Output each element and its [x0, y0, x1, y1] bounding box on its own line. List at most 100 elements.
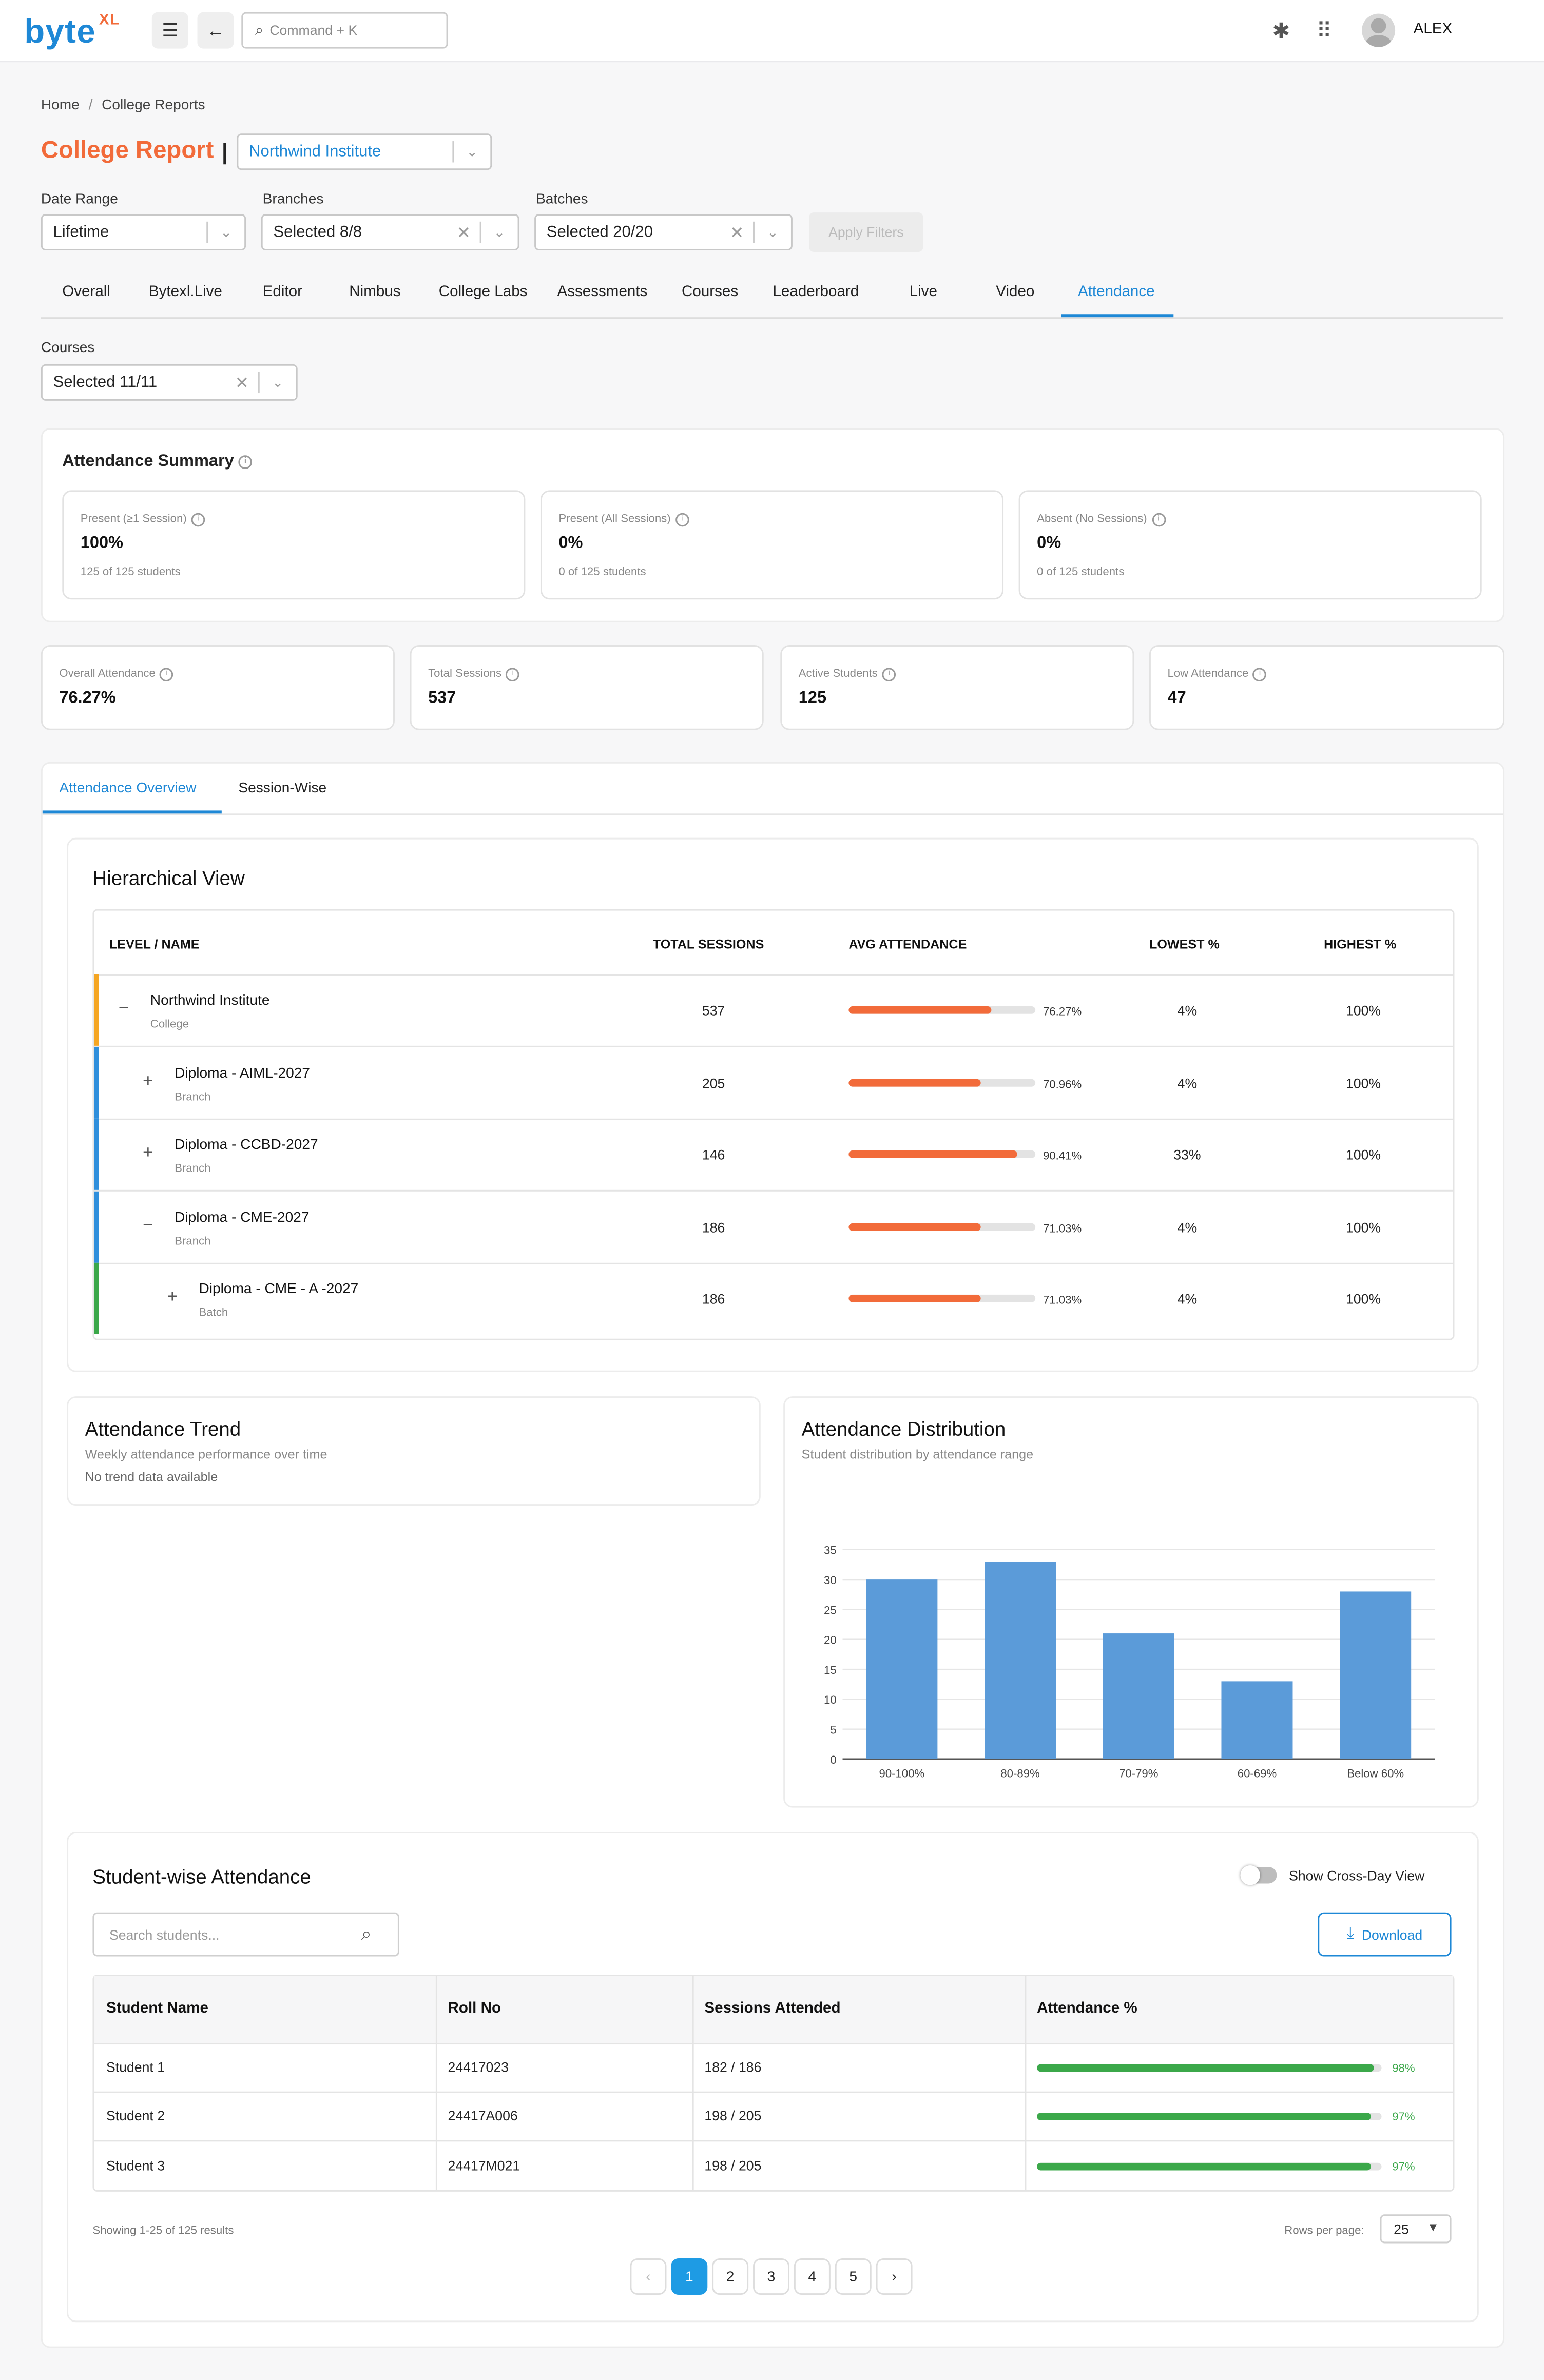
student-name: Student 1: [106, 2059, 165, 2075]
chevron-down-icon: ⌄: [206, 221, 244, 243]
collapse-icon[interactable]: −: [143, 1214, 153, 1235]
tab-leaderboard[interactable]: Leaderboard: [773, 284, 859, 301]
avg-attendance-bar: [848, 1006, 1036, 1014]
tab-college-labs[interactable]: College Labs: [439, 284, 528, 301]
tab-video[interactable]: Video: [996, 284, 1034, 301]
tab-session-wise[interactable]: Session-Wise: [238, 780, 326, 797]
summary-stat-present-all: Present (All Sessions) i 0% 0 of 125 stud…: [540, 490, 1004, 600]
search-icon[interactable]: ⌕: [361, 1923, 372, 1945]
tab-nimbus[interactable]: Nimbus: [349, 284, 400, 301]
bar-below-60-[interactable]: [1340, 1591, 1412, 1759]
expand-icon[interactable]: +: [143, 1069, 153, 1090]
hierarchical-view-title: Hierarchical View: [92, 866, 245, 890]
batches-select[interactable]: Selected 20/20 ✕ ⌄: [534, 214, 793, 251]
total-sessions-value: 146: [702, 1147, 725, 1163]
brand-suffix: XL: [99, 11, 120, 29]
chevron-left-icon: ‹: [646, 2268, 651, 2285]
tab-bytexl-live[interactable]: Bytexl.Live: [149, 284, 222, 301]
date-range-label: Date Range: [41, 191, 118, 208]
prev-page-button[interactable]: ‹: [630, 2258, 667, 2295]
total-sessions-value: 186: [702, 1292, 725, 1307]
attendance-trend-title: Attendance Trend: [85, 1417, 241, 1440]
row-name: Northwind Institute: [150, 992, 270, 1009]
hierarchy-table: LEVEL / NAME TOTAL SESSIONS AVG ATTENDAN…: [92, 909, 1455, 1340]
brand-name: byte: [24, 12, 96, 50]
cross-day-toggle[interactable]: [1240, 1865, 1277, 1885]
info-icon[interactable]: i: [506, 667, 520, 681]
apps-grid-icon[interactable]: ⠿: [1316, 18, 1331, 44]
table-row[interactable]: Student 2 24417A006 198 / 205 97%: [94, 2092, 1453, 2142]
kpi-label: Low Attendance: [1167, 666, 1249, 680]
level-stripe: [94, 1118, 99, 1190]
tab-courses[interactable]: Courses: [682, 284, 738, 301]
row-name: Diploma - CME-2027: [175, 1208, 310, 1226]
bar-60-69-[interactable]: [1221, 1681, 1293, 1759]
college-select[interactable]: Northwind Institute ⌄: [237, 133, 492, 170]
attendance-trend-subtitle: Weekly attendance performance over time: [85, 1446, 327, 1462]
expand-icon[interactable]: +: [167, 1285, 178, 1306]
info-icon[interactable]: i: [160, 667, 174, 681]
expand-icon[interactable]: +: [143, 1141, 153, 1162]
user-name[interactable]: ALEX: [1414, 21, 1453, 38]
command-search-input[interactable]: ⌕ Command + K: [241, 12, 448, 49]
y-tick-label: 30: [824, 1574, 837, 1587]
x-tick-label: 90-100%: [879, 1767, 924, 1780]
page-2-button[interactable]: 2: [712, 2258, 749, 2295]
clear-icon[interactable]: ✕: [730, 222, 753, 242]
bar-70-79-[interactable]: [1103, 1633, 1174, 1759]
page-title: College Report: [41, 138, 214, 164]
courses-select[interactable]: Selected 11/11 ✕ ⌄: [41, 364, 298, 401]
tab-attendance[interactable]: Attendance: [1078, 284, 1155, 301]
collapse-icon[interactable]: −: [119, 997, 129, 1018]
date-range-value: Lifetime: [53, 223, 109, 242]
avatar[interactable]: [1362, 13, 1396, 47]
tab-assessments[interactable]: Assessments: [557, 284, 647, 301]
page-1-button[interactable]: 1: [671, 2258, 708, 2295]
date-range-select[interactable]: Lifetime ⌄: [41, 214, 246, 251]
avg-attendance-bar: [848, 1222, 1036, 1231]
student-search-input[interactable]: Search students... ⌕: [92, 1912, 399, 1957]
page-5-button[interactable]: 5: [835, 2258, 872, 2295]
attendance-bar: [1037, 2064, 1382, 2072]
tab-attendance-overview[interactable]: Attendance Overview: [59, 780, 196, 797]
attendance-pct-value: 97%: [1392, 2159, 1415, 2173]
bar-90-100-[interactable]: [866, 1579, 938, 1759]
roll-no: 24417023: [448, 2059, 509, 2075]
col-sessions-attended: Sessions Attended: [704, 2000, 841, 2017]
info-icon[interactable]: i: [1151, 512, 1166, 526]
download-button[interactable]: ⤓ Download: [1318, 1912, 1452, 1957]
back-button[interactable]: ←: [197, 12, 234, 49]
tab-overall[interactable]: Overall: [62, 284, 110, 301]
brand-logo[interactable]: byte XL: [24, 12, 120, 52]
title-divider: |: [221, 140, 228, 166]
arrow-left-icon: ←: [206, 19, 225, 41]
page-3-button[interactable]: 3: [753, 2258, 790, 2295]
download-icon: ⤓: [1346, 1924, 1355, 1943]
info-icon[interactable]: i: [882, 667, 896, 681]
next-page-button[interactable]: ›: [876, 2258, 913, 2295]
batches-value: Selected 20/20: [546, 223, 653, 242]
table-row[interactable]: Student 3 24417M021 198 / 205 97%: [94, 2141, 1453, 2190]
menu-icon: ☰: [162, 19, 179, 41]
top-bar: byte XL ☰ ← ⌕ Command + K ✱ ⠿ ALEX: [0, 0, 1544, 63]
search-icon: ⌕: [255, 22, 264, 39]
branches-select[interactable]: Selected 8/8 ✕ ⌄: [261, 214, 519, 251]
col-highest: HIGHEST %: [1324, 936, 1397, 952]
toggle-sidebar-button[interactable]: ☰: [151, 12, 188, 49]
info-icon[interactable]: i: [1253, 667, 1267, 681]
breadcrumb-home-link[interactable]: Home: [41, 97, 80, 114]
avg-attendance-value: 70.96%: [1043, 1077, 1082, 1091]
info-icon[interactable]: i: [238, 455, 253, 469]
apply-filters-button[interactable]: Apply Filters: [809, 212, 923, 252]
clear-icon[interactable]: ✕: [235, 373, 258, 392]
rows-per-page-select[interactable]: 25 ▼: [1380, 2214, 1452, 2244]
tab-live[interactable]: Live: [910, 284, 937, 301]
tab-editor[interactable]: Editor: [263, 284, 302, 301]
bar-80-89-[interactable]: [985, 1562, 1056, 1759]
info-icon[interactable]: i: [675, 512, 689, 526]
info-icon[interactable]: i: [191, 512, 205, 526]
table-row[interactable]: Student 1 24417023 182 / 186 98%: [94, 2043, 1453, 2093]
page-4-button[interactable]: 4: [794, 2258, 831, 2295]
clear-icon[interactable]: ✕: [457, 222, 480, 242]
bug-icon[interactable]: ✱: [1272, 18, 1290, 44]
